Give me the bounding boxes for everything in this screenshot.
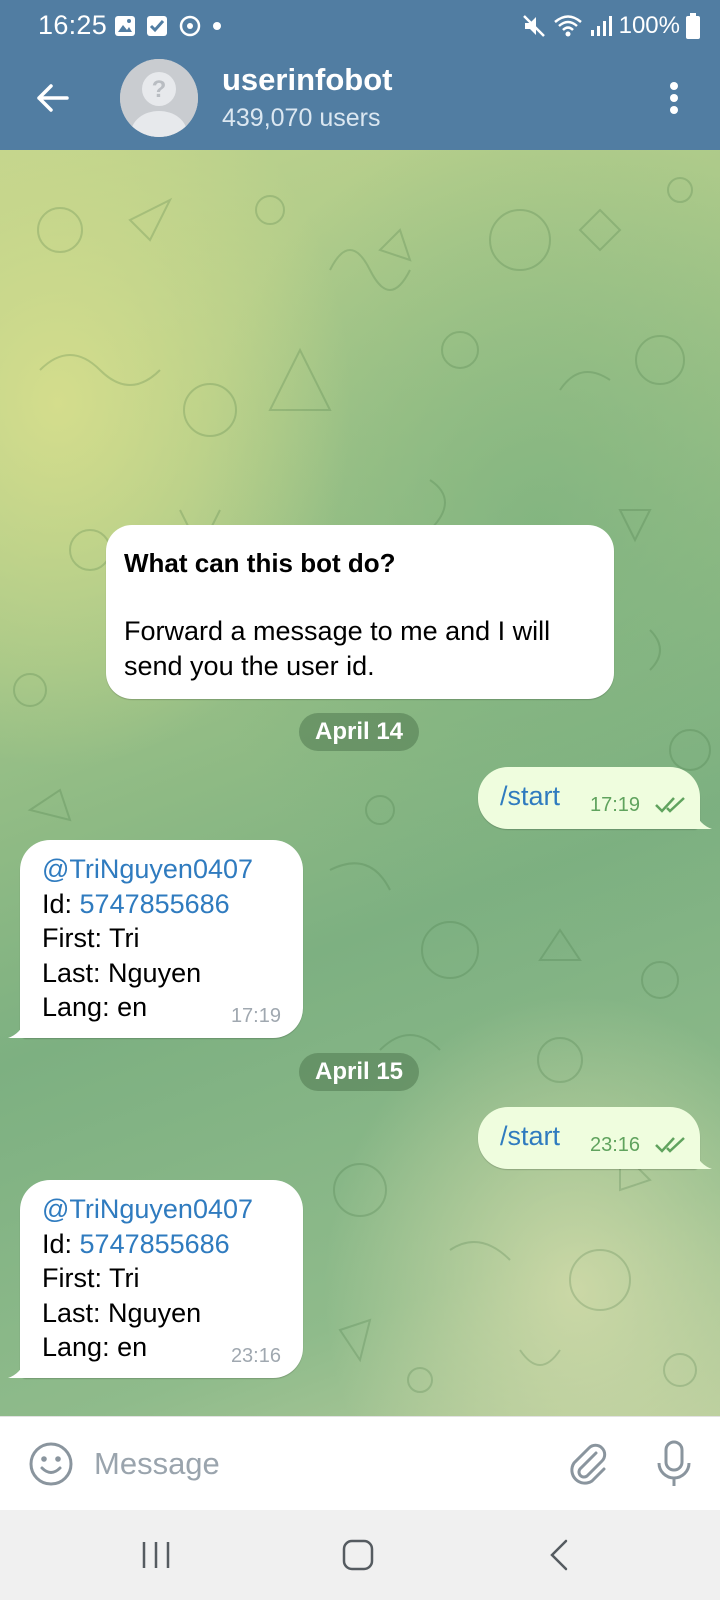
default-avatar-icon: ? (120, 59, 198, 137)
user-id-line: Id: 5747855686 (42, 887, 281, 922)
message-time: 17:19 (590, 794, 641, 816)
bubble-tail (694, 811, 712, 829)
gallery-notification-icon (115, 16, 135, 36)
sync-notification-icon (179, 15, 201, 37)
bubble-tail (694, 1151, 712, 1169)
system-status-icons: 100% (521, 12, 700, 40)
chat-area[interactable]: What can this bot do? Forward a message … (0, 150, 720, 1416)
signal-icon (590, 16, 612, 36)
attach-button[interactable] (566, 1441, 610, 1487)
bot-intro-body: Forward a message to me and I will send … (124, 616, 551, 681)
wifi-icon (553, 15, 582, 37)
mute-icon (522, 15, 545, 37)
bot-intro-bubble: What can this bot do? Forward a message … (106, 525, 614, 699)
first-name-line: First: Tri (42, 923, 140, 953)
home-icon (342, 1539, 374, 1571)
home-button[interactable] (338, 1538, 378, 1572)
message-composer (0, 1416, 720, 1510)
message-text[interactable]: /start (500, 781, 560, 812)
battery-percent: 100% (618, 12, 680, 39)
bubble-tail (8, 1020, 26, 1038)
double-check-icon (655, 1137, 685, 1153)
message-time: 23:16 (230, 1345, 281, 1367)
more-options-button[interactable] (658, 74, 690, 122)
system-navigation-bar (0, 1510, 720, 1600)
notification-icons (114, 14, 222, 38)
emoji-button[interactable] (28, 1441, 74, 1487)
date-separator: April 14 (299, 713, 420, 751)
chevron-left-icon (550, 1539, 568, 1571)
outgoing-message[interactable]: /start 17:19 (478, 767, 712, 829)
message-text[interactable]: /start (500, 1121, 560, 1152)
outgoing-message[interactable]: /start 23:16 (478, 1107, 712, 1169)
message-time: 23:16 (590, 1134, 641, 1156)
vertical-dots-icon (670, 82, 678, 114)
system-back-button[interactable] (540, 1538, 580, 1572)
checkbox-notification-icon (147, 16, 167, 36)
user-id-value[interactable]: 5747855686 (80, 889, 230, 919)
username-link[interactable]: @TriNguyen0407 (42, 852, 281, 887)
smiley-icon (29, 1442, 73, 1486)
recents-icon (142, 1542, 170, 1568)
incoming-message[interactable]: @TriNguyen0407 Id: 5747855686 First: Tri… (8, 1180, 303, 1378)
more-notifications-dot-icon (213, 22, 221, 30)
date-separator: April 15 (299, 1053, 420, 1091)
avatar[interactable]: ? (120, 59, 198, 137)
user-id-label: Id: (42, 888, 80, 919)
chat-title[interactable]: userinfobot (222, 62, 393, 98)
paperclip-icon (570, 1443, 607, 1485)
chat-subtitle: 439,070 users (222, 104, 381, 132)
battery-icon (686, 13, 700, 39)
chat-header: ? userinfobot 439,070 users (0, 52, 720, 150)
user-id-line: Id: 5747855686 (42, 1227, 281, 1262)
incoming-message[interactable]: @TriNguyen0407 Id: 5747855686 First: Tri… (8, 840, 303, 1038)
back-button[interactable] (28, 74, 76, 122)
recents-button[interactable] (136, 1538, 176, 1572)
microphone-icon (657, 1440, 691, 1486)
username-link[interactable]: @TriNguyen0407 (42, 1192, 281, 1227)
message-time: 17:19 (230, 1005, 281, 1027)
first-name-line: First: Tri (42, 1263, 140, 1293)
double-check-icon (655, 797, 685, 813)
bot-intro-title: What can this bot do? (124, 548, 396, 578)
status-bar: 16:25 100% (0, 0, 720, 52)
status-time: 16:25 (38, 10, 108, 40)
voice-message-button[interactable] (654, 1439, 694, 1489)
message-input[interactable] (94, 1439, 524, 1489)
user-id-value[interactable]: 5747855686 (80, 1229, 230, 1259)
svg-text:?: ? (152, 76, 167, 103)
bubble-tail (8, 1360, 26, 1378)
last-name-line: Last: Nguyen (42, 957, 202, 988)
arrow-left-icon (37, 84, 69, 112)
user-id-label: Id: (42, 1228, 80, 1259)
last-name-line: Last: Nguyen (42, 1297, 202, 1328)
